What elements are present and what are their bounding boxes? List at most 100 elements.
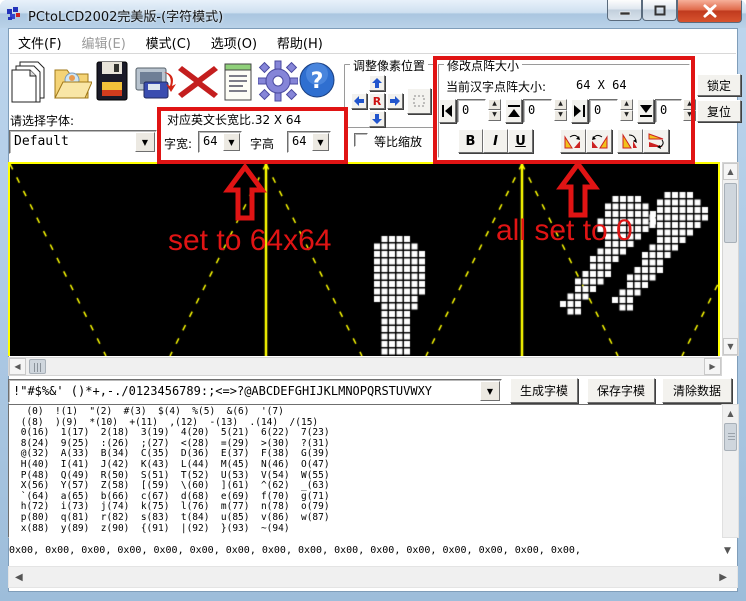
save-button[interactable] (94, 60, 130, 102)
menu-mode[interactable]: 模式(C) (138, 30, 199, 55)
move-right-button[interactable] (387, 93, 403, 109)
menu-edit[interactable]: 编辑(E) (73, 30, 133, 55)
rotate-left-icon (564, 133, 582, 149)
move-left-button[interactable] (351, 93, 367, 109)
flip-vertical-button[interactable] (617, 129, 643, 153)
pad-right-icon-button[interactable] (571, 99, 588, 123)
pad-left-icon-button[interactable] (439, 99, 456, 123)
uniform-scale-label: 等比缩放 (374, 133, 422, 150)
generate-font-button[interactable]: 生成字模 (510, 378, 578, 403)
hex-scroll-down-button[interactable]: ▼ (724, 546, 731, 556)
preview-hscrollbar[interactable]: ◀ ▶ (8, 357, 722, 376)
minimize-button[interactable] (607, 0, 642, 21)
pad-left-spin-down[interactable]: ▼ (488, 110, 501, 121)
rotate-right-button[interactable] (586, 129, 612, 153)
hex-code-line[interactable]: 0x00, 0x00, 0x00, 0x00, 0x00, 0x00, 0x00… (9, 545, 719, 561)
glyph-preview[interactable] (8, 162, 720, 356)
pad-bottom-input[interactable]: 0 (655, 99, 682, 123)
italic-button[interactable]: I (483, 129, 508, 153)
reset-position-button[interactable]: R (369, 93, 385, 109)
font-select-dropdown-button[interactable]: ▼ (135, 132, 155, 152)
output-vscroll-thumb[interactable] (724, 423, 737, 451)
char-width-combo[interactable]: 64 ▼ (198, 131, 242, 153)
bold-label: B (466, 134, 476, 149)
preview-scroll-right-button[interactable]: ▶ (704, 358, 721, 375)
charset-dropdown-button[interactable]: ▼ (480, 381, 500, 401)
pad-left-spinner: ▲ ▼ (488, 99, 501, 121)
pad-left-icon (442, 105, 453, 117)
minimize-icon (619, 5, 631, 15)
output-scroll-up-button[interactable]: ▲ (723, 405, 738, 421)
menu-options[interactable]: 选项(O) (203, 30, 265, 55)
annotation-arrow-zero (553, 161, 603, 219)
char-width-value: 64 (203, 134, 217, 148)
output-line: x(88) y(89) z(90) {(91) |(92) }(93) ~(94… (15, 524, 721, 535)
uniform-scale-checkbox[interactable] (354, 133, 368, 147)
pad-right-spin-up[interactable]: ▲ (620, 99, 633, 110)
pad-top-spin-down[interactable]: ▼ (554, 110, 567, 121)
preview-vscroll-thumb[interactable] (724, 183, 737, 243)
lock-button[interactable]: 锁定 (697, 74, 741, 96)
new-file-button[interactable] (8, 58, 50, 104)
italic-label: I (493, 134, 498, 149)
menu-help[interactable]: 帮助(H) (269, 30, 331, 55)
left-arrow-icon (354, 96, 364, 106)
bold-button[interactable]: B (458, 129, 483, 153)
char-height-label: 字高 (250, 135, 274, 152)
settings-button[interactable] (258, 60, 298, 102)
rotate-left-button[interactable] (560, 129, 586, 153)
pad-top-icon-button[interactable] (505, 99, 522, 123)
char-height-value: 64 (292, 134, 306, 148)
pad-right-spin-down[interactable]: ▼ (620, 110, 633, 121)
menu-bar: 文件(F) 编辑(E) 模式(C) 选项(O) 帮助(H) (10, 30, 736, 52)
pad-right-input[interactable]: 0 (589, 99, 618, 123)
center-glyph-button[interactable] (407, 88, 431, 114)
char-width-dropdown-button[interactable]: ▼ (223, 133, 240, 151)
flip-horizontal-button[interactable] (643, 129, 669, 153)
preview-scroll-down-button[interactable]: ▼ (723, 338, 738, 355)
charset-combo[interactable]: !"#$%&' ()*+,-./0123456789:;<=>?@ABCDEFG… (8, 379, 502, 403)
open-button[interactable] (52, 60, 92, 102)
delete-x-icon (178, 64, 218, 100)
close-button[interactable] (677, 0, 742, 23)
preview-hscroll-thumb[interactable] (29, 359, 46, 374)
pad-right-spinner: ▲ ▼ (620, 99, 633, 121)
menu-divider (10, 53, 736, 54)
pad-right-icon (574, 105, 585, 117)
pad-top-spin-up[interactable]: ▲ (554, 99, 567, 110)
preview-scroll-up-button[interactable]: ▲ (723, 163, 738, 180)
hex-scroll-left-button[interactable]: ◀ (15, 572, 23, 583)
notes-button[interactable] (222, 60, 254, 102)
pad-top-input[interactable]: 0 (523, 99, 552, 123)
clear-data-button[interactable]: 清除数据 (662, 378, 732, 403)
save-as-button[interactable] (134, 62, 180, 102)
font-select-combo[interactable]: Default ▼ (9, 130, 157, 154)
pad-bottom-spin-down[interactable]: ▼ (683, 110, 696, 121)
menu-file[interactable]: 文件(F) (10, 30, 70, 55)
pixel-position-title: 调整像素位置 (350, 57, 428, 74)
help-button[interactable]: ? (298, 60, 336, 100)
maximize-button[interactable] (642, 0, 677, 21)
app-icon (7, 6, 23, 22)
app-window: PCtoLCD2002完美版-(字符模式) 文件(F) 编辑(E) 模式(C) … (0, 0, 746, 601)
move-up-button[interactable] (369, 75, 385, 91)
pad-left-input[interactable]: 0 (457, 99, 486, 123)
preview-scroll-left-button[interactable]: ◀ (9, 358, 26, 375)
save-font-button[interactable]: 保存字模 (587, 378, 655, 403)
char-height-dropdown-button[interactable]: ▼ (312, 133, 329, 151)
title-bar[interactable]: PCtoLCD2002完美版-(字符模式) (0, 0, 746, 28)
output-vscrollbar[interactable]: ▲ (722, 404, 739, 538)
pad-left-spin-up[interactable]: ▲ (488, 99, 501, 110)
pad-bottom-spin-up[interactable]: ▲ (683, 99, 696, 110)
new-file-icon (8, 58, 50, 104)
output-textarea[interactable]: (0) !(1) "(2) #(3) $(4) %(5) &(6) '(7) (… (8, 404, 722, 538)
pad-bottom-icon-button[interactable] (637, 99, 654, 123)
char-height-combo[interactable]: 64 ▼ (287, 131, 331, 153)
move-down-button[interactable] (369, 111, 385, 127)
preview-vscrollbar[interactable]: ▲ ▼ (722, 162, 739, 356)
hex-hscrollbar[interactable]: ◀ ▶ (8, 566, 738, 588)
hex-scroll-right-button[interactable]: ▶ (719, 572, 727, 583)
reset-button[interactable]: 复位 (697, 100, 741, 122)
underline-button[interactable]: U (508, 129, 533, 153)
delete-button[interactable] (178, 64, 218, 100)
